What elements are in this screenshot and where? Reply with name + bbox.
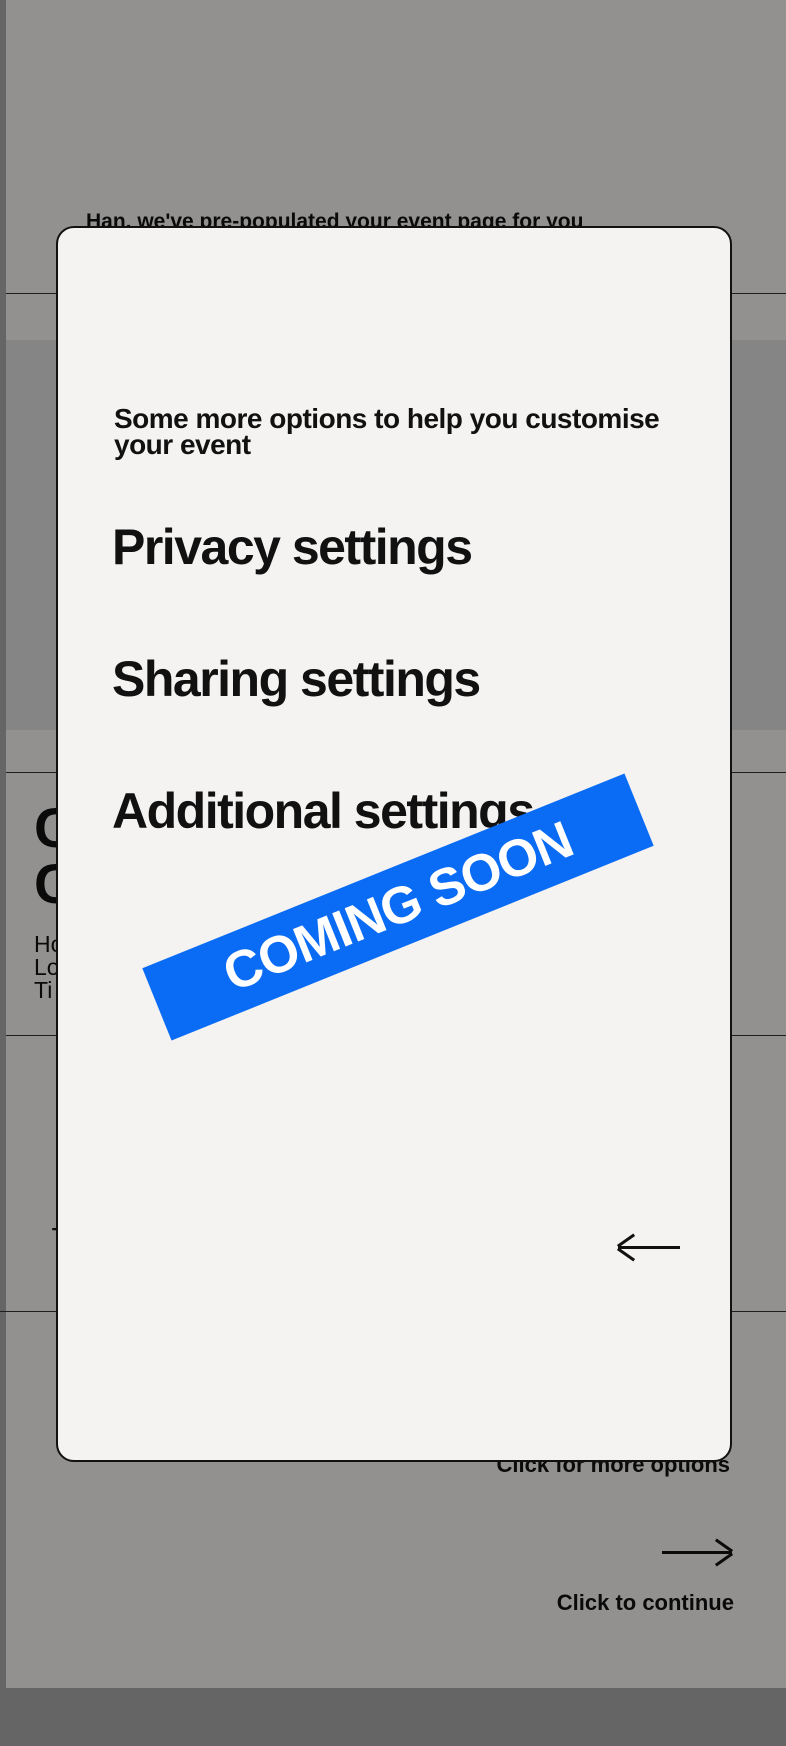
additional-settings-option[interactable]: Additional settings xyxy=(112,782,535,840)
options-modal: Some more options to help you customise … xyxy=(56,226,732,1462)
modal-subtitle: Some more options to help you customise … xyxy=(114,403,660,460)
back-button[interactable] xyxy=(618,1228,688,1268)
sharing-settings-option[interactable]: Sharing settings xyxy=(112,650,481,708)
arrow-left-icon[interactable] xyxy=(618,1246,680,1249)
privacy-settings-option[interactable]: Privacy settings xyxy=(112,518,473,576)
